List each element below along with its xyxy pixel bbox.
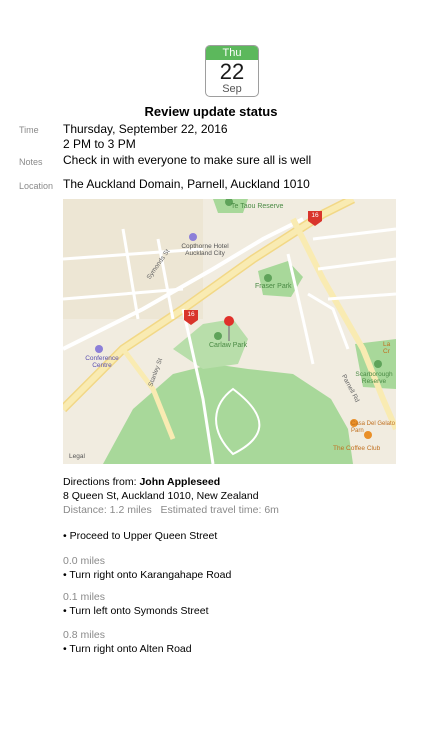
time-value-hours: 2 PM to 3 PM (63, 137, 136, 151)
calendar-weekday: Thu (206, 46, 258, 60)
calendar-date-icon: Thu 22 Sep (205, 45, 259, 97)
location-value[interactable]: The Auckland Domain, Parnell, Auckland 1… (63, 177, 310, 192)
calendar-month: Sep (222, 83, 242, 95)
direction-step-miles: 0.1 miles (63, 591, 106, 603)
map-label-legal[interactable]: Legal (69, 453, 85, 460)
directions-address: 8 Queen St, Auckland 1010, New Zealand (63, 490, 259, 502)
map-label-te-taou: Te Taou Reserve (231, 203, 284, 210)
direction-step: • Proceed to Upper Queen Street (63, 530, 218, 542)
directions-from: Directions from: John Appleseed (63, 475, 220, 489)
map-label-copthorne: Copthorne Hotel Auckland City (181, 243, 229, 257)
map-label-lacr: La Cr (383, 341, 391, 355)
map-label-cafe: Casa Del Gelato Parn (351, 421, 396, 434)
direction-step: • Turn right onto Karangahape Road (63, 569, 232, 581)
map-graphic (63, 199, 396, 464)
directions-from-name: John Appleseed (139, 476, 221, 488)
direction-step: • Turn left onto Symonds Street (63, 605, 209, 617)
route-16-label-top: 16 (311, 212, 319, 219)
directions-distance: Distance: 1.2 miles (63, 504, 152, 516)
event-title: Review update status (144, 104, 278, 119)
notes-label: Notes (19, 157, 43, 167)
directions-from-label: Directions from: (63, 476, 137, 488)
directions-stats: Distance: 1.2 miles Estimated travel tim… (63, 503, 279, 517)
map-label-conference: Conference Centre (85, 355, 119, 369)
route-16-label-mid: 16 (187, 311, 195, 318)
location-label: Location (19, 181, 54, 191)
direction-step-miles: 0.8 miles (63, 629, 106, 641)
calendar-day: 22 (219, 59, 245, 84)
direction-step-miles: 0.0 miles (63, 555, 106, 567)
time-label: Time (19, 125, 39, 135)
map-label-coffee: The Coffee Club (333, 445, 381, 452)
map-label-carlaw: Carlaw Park (209, 342, 248, 349)
direction-step: • Turn right onto Alten Road (63, 643, 192, 655)
directions-travel-time: Estimated travel time: 6m (160, 504, 279, 516)
location-map[interactable]: Te Taou Reserve Copthorne Hotel Auckland… (63, 199, 396, 464)
map-label-fraser: Fraser Park (255, 283, 292, 290)
map-label-scarborough: Scarborough Reserve (355, 371, 393, 385)
notes-value: Check in with everyone to make sure all … (63, 153, 312, 167)
time-value-date: Thursday, September 22, 2016 (63, 122, 228, 136)
